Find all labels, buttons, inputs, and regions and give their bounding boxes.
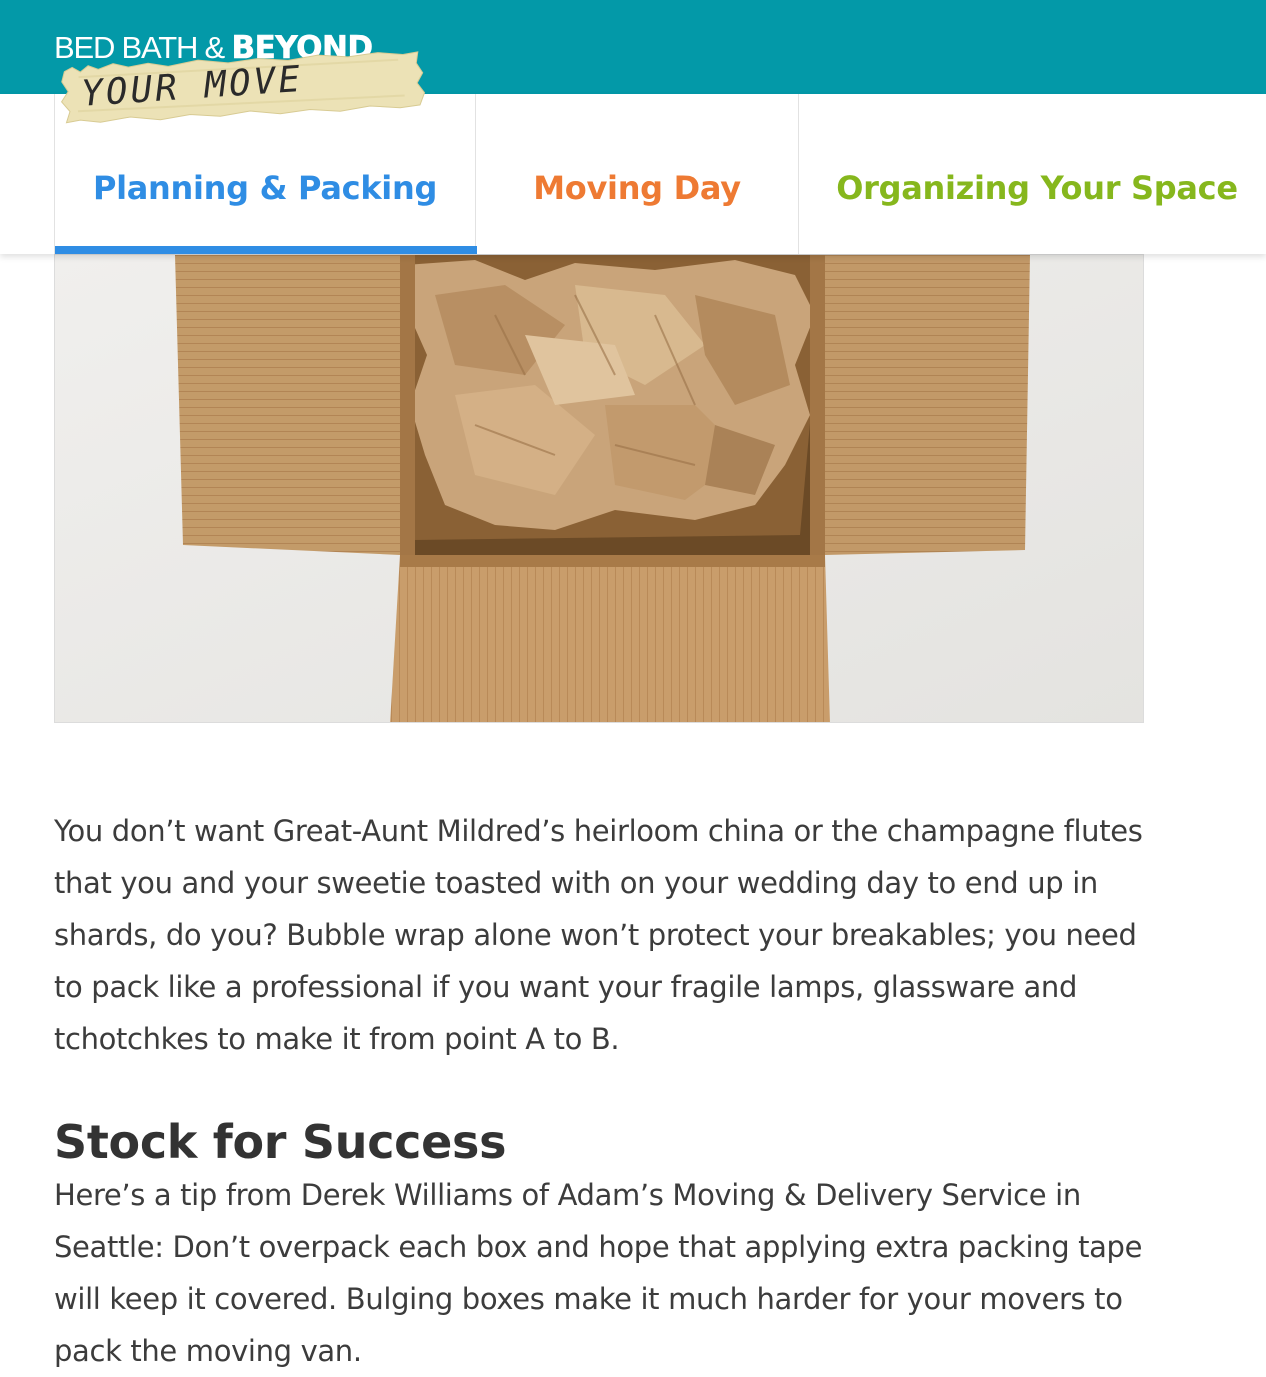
tab-label: Moving Day <box>533 169 741 207</box>
tab-organizing-your-space[interactable]: Organizing Your Space <box>799 94 1266 254</box>
tab-moving-day[interactable]: Moving Day <box>476 94 799 254</box>
box-illustration <box>55 255 1143 722</box>
tab-label: Planning & Packing <box>92 169 438 207</box>
section-heading: Stock for Success <box>54 1115 507 1169</box>
article-body: You don’t want Great-Aunt Mildred’s heir… <box>54 805 1144 1368</box>
active-tab-indicator <box>55 246 477 254</box>
intro-paragraph: You don’t want Great-Aunt Mildred’s heir… <box>54 814 1143 1056</box>
hero-image <box>54 254 1144 723</box>
section-paragraph: Here’s a tip from Derek Williams of Adam… <box>54 1178 1143 1368</box>
tab-label: Organizing Your Space <box>836 169 1238 207</box>
